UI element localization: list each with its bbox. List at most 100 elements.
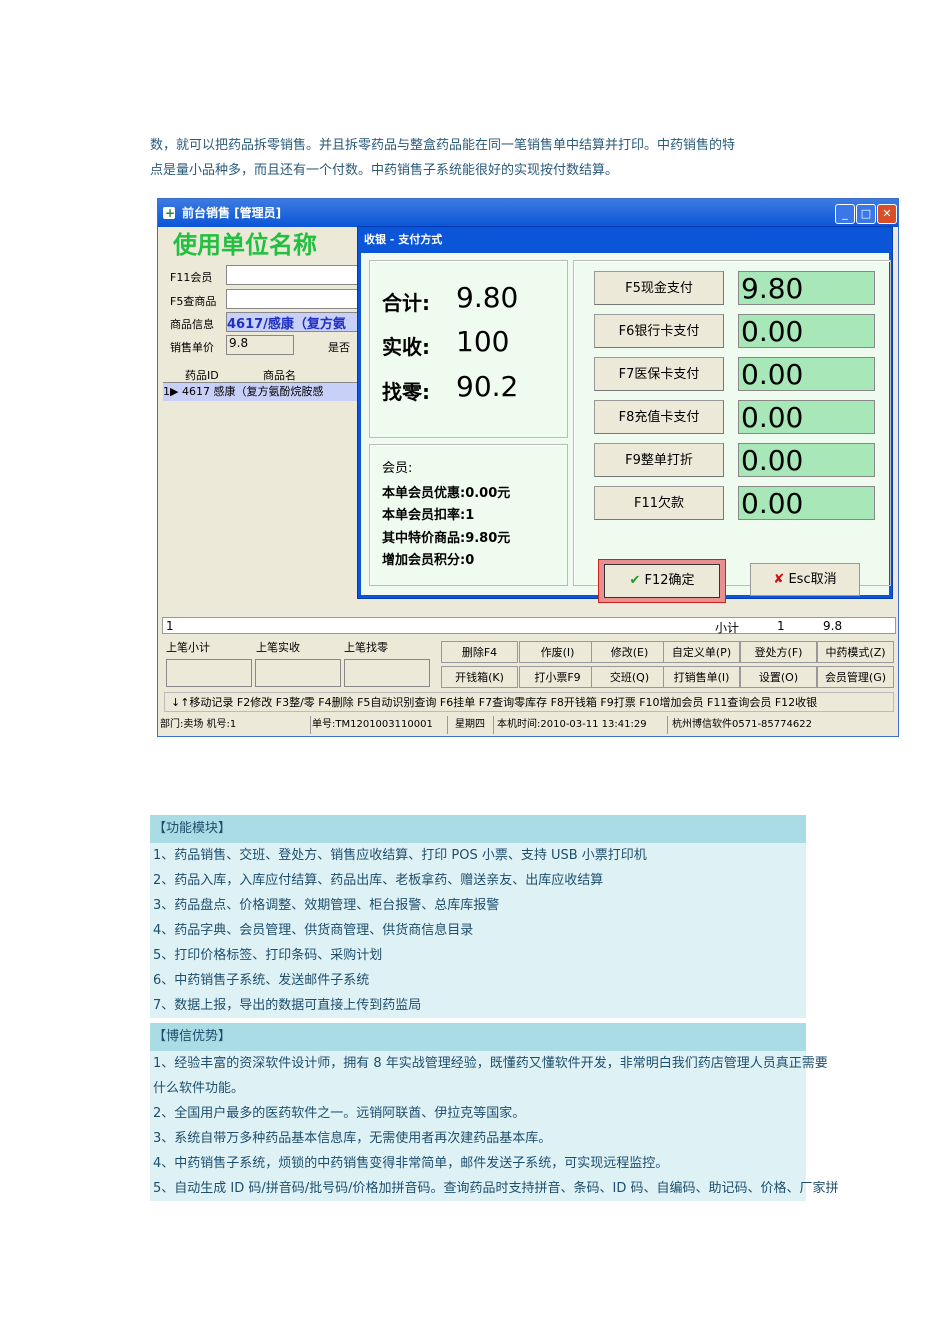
summary-qty: 1 [777, 619, 785, 633]
cancel-button[interactable]: ✘ Esc取消 [750, 563, 860, 596]
info-label: 商品信息 [170, 318, 214, 331]
hotkey-hints: ↓↑移动记录 F2修改 F3整/零 F4删除 F5自动识别查询 F6挂单 F7查… [164, 692, 894, 712]
bank-card-pay-button[interactable]: F6银行卡支付 [594, 314, 724, 348]
special-items: 其中特价商品:9.80元 [382, 531, 511, 546]
last-received-field [255, 659, 341, 687]
row-id: 4617 [181, 385, 210, 398]
status-order: 单号:TM1201003110001 [312, 716, 448, 734]
member-label: F11会员 [170, 271, 213, 284]
table-row[interactable]: 1▶ 4617 感康（复方氨酚烷胺感 [163, 383, 358, 401]
status-bar: 部门:卖场 机号:1 单号:TM1201003110001 星期四 本机时间:2… [160, 716, 896, 734]
x-icon: ✘ [773, 572, 785, 587]
list-item: 5、自动生成 ID 码/拼音码/批号码/价格加拼音码。查询药品时支持拼音、条码、… [153, 1181, 839, 1196]
summary-index: 1 [166, 619, 174, 633]
member-input[interactable] [226, 265, 366, 285]
delete-button[interactable]: 删除F4 [441, 641, 518, 663]
last-subtotal-field [166, 659, 252, 687]
prescription-button[interactable]: 登处方(F) [740, 641, 817, 663]
intro-line: 数，就可以把药品拆零销售。并且拆零药品与整盒药品能在同一笔销售单中结算并打印。中… [150, 138, 736, 153]
bank-card-pay-input[interactable]: 0.00 [738, 314, 875, 348]
cancel-label: Esc取消 [788, 572, 837, 587]
close-icon[interactable]: ✕ [877, 204, 897, 224]
dialog-title: 收银 - 支付方式 [364, 233, 443, 246]
summary-row: 1 小计 1 9.8 [162, 617, 896, 635]
custom-order-button[interactable]: 自定义单(P) [663, 641, 740, 663]
member-management-button[interactable]: 会员管理(G) [817, 666, 894, 688]
features-section: 【功能模块】 1、药品销售、交班、登处方、销售应收结算、打印 POS 小票、支持… [150, 815, 806, 1018]
void-button[interactable]: 作废(I) [519, 641, 596, 663]
summary-label: 小计 [715, 621, 740, 635]
totals-panel: 合计: 9.80 实收: 100 找零: 90.2 [369, 260, 568, 438]
payment-dialog: 收银 - 支付方式 合计: 9.80 实收: 100 找零: 90.2 会员: 本单会… [357, 226, 893, 603]
member-points: 增加会员积分:0 [382, 553, 475, 568]
section-heading: 【功能模块】 [150, 815, 806, 843]
price-field: 9.8 [226, 335, 294, 355]
list-item: 7、数据上报，导出的数据可直接上传到药监局 [153, 998, 422, 1013]
credit-button[interactable]: F11欠款 [594, 486, 724, 520]
shift-handover-button[interactable]: 交班(Q) [591, 666, 668, 688]
column-header: 商品名 [263, 369, 296, 382]
prepaid-card-pay-button[interactable]: F8充值卡支付 [594, 400, 724, 434]
search-label: F5查商品 [170, 295, 217, 308]
maximize-icon[interactable]: □ [856, 204, 876, 224]
summary-amount: 9.8 [823, 619, 843, 633]
list-item: 什么软件功能。 [153, 1081, 245, 1096]
member-panel: 会员: 本单会员优惠:0.00元 本单会员扣率:1 其中特价商品:9.80元 增… [369, 444, 568, 586]
last-change-field [344, 659, 430, 687]
list-item: 1、经验丰富的资深软件设计师，拥有 8 年实战管理经验，既懂药又懂软件开发，非常… [153, 1056, 828, 1071]
list-item: 3、系统自带万多种药品基本信息库，无需使用者再次建药品基本库。 [153, 1131, 552, 1146]
list-item: 5、打印价格标签、打印条码、采购计划 [153, 948, 383, 963]
check-icon: ✔ [629, 573, 641, 588]
settings-button[interactable]: 设置(O) [740, 666, 817, 688]
confirm-button[interactable]: ✔ F12确定 [604, 564, 720, 598]
received-value: 100 [456, 325, 510, 358]
app-icon [163, 199, 175, 227]
section-heading: 【博信优势】 [150, 1023, 806, 1051]
window-titlebar: 前台销售 [管理员] [158, 199, 898, 227]
search-input[interactable] [226, 289, 366, 309]
print-sales-order-button[interactable]: 打销售单(I) [663, 666, 740, 688]
list-item: 3、药品盘点、价格调整、效期管理、柜台报警、总库库报警 [153, 898, 500, 913]
intro-line: 点是量小品种多，而且还有一个付数。中药销售子系统能很好的实现按付数结算。 [150, 163, 619, 178]
price-label: 销售单价 [170, 341, 214, 354]
list-item: 4、药品字典、会员管理、供货商管理、供货商信息目录 [153, 923, 474, 938]
unit-name: 使用单位名称 [173, 231, 317, 259]
special-label: 是否 [328, 341, 350, 354]
cash-pay-button[interactable]: F5现金支付 [594, 271, 724, 305]
last-change-label: 上笔找零 [344, 641, 388, 654]
order-discount-input[interactable]: 0.00 [738, 443, 875, 477]
list-item: 2、药品入库，入库应付结算、药品出库、老板拿药、赠送亲友、出库应收结算 [153, 873, 604, 888]
column-header: 药品ID [185, 369, 219, 382]
status-dept: 部门:卖场 机号:1 [160, 716, 311, 734]
credit-input[interactable]: 0.00 [738, 486, 875, 520]
last-received-label: 上笔实收 [256, 641, 300, 654]
member-discount: 本单会员优惠:0.00元 [382, 486, 511, 501]
intro-paragraph: 数，就可以把药品拆零销售。并且拆零药品与整盒药品能在同一笔销售单中结算并打印。中… [150, 133, 810, 183]
tcm-mode-button[interactable]: 中药模式(Z) [817, 641, 894, 663]
status-time: 本机时间:2010-03-11 13:41:29 [497, 716, 668, 734]
member-rate: 本单会员扣率:1 [382, 508, 475, 523]
list-item: 6、中药销售子系统、发送邮件子系统 [153, 973, 370, 988]
document-page: 数，就可以把药品拆零销售。并且拆零药品与整盒药品能在同一笔销售单中结算并打印。中… [0, 0, 950, 1344]
row-name: 感康（复方氨酚烷胺感 [213, 385, 324, 398]
prepaid-card-pay-input[interactable]: 0.00 [738, 400, 875, 434]
open-drawer-button[interactable]: 开钱箱(K) [441, 666, 518, 688]
pos-screenshot: 前台销售 [管理员] _ □ ✕ 使用单位名称 F11会员 F5查商品 商品信息… [157, 198, 899, 737]
medical-card-pay-button[interactable]: F7医保卡支付 [594, 357, 724, 391]
edit-button[interactable]: 修改(E) [591, 641, 668, 663]
order-discount-button[interactable]: F9整单打折 [594, 443, 724, 477]
minimize-icon[interactable]: _ [835, 204, 855, 224]
change-label: 找零: [382, 380, 430, 404]
confirm-label: F12确定 [644, 573, 695, 588]
cash-pay-input[interactable]: 9.80 [738, 271, 875, 305]
status-weekday: 星期四 [455, 716, 494, 734]
window-title: 前台销售 [管理员] [182, 206, 282, 220]
list-item: 2、全国用户最多的医药软件之一。远销阿联酋、伊拉克等国家。 [153, 1106, 526, 1121]
medical-card-pay-input[interactable]: 0.00 [738, 357, 875, 391]
total-value: 9.80 [456, 281, 519, 314]
list-item: 4、中药销售子系统，烦锁的中药销售变得非常简单，邮件发送子系统，可实现远程监控。 [153, 1156, 669, 1171]
row-index: 1 [163, 385, 170, 398]
received-label: 实收: [382, 335, 430, 359]
print-receipt-button[interactable]: 打小票F9 [519, 666, 596, 688]
list-item: 1、药品销售、交班、登处方、销售应收结算、打印 POS 小票、支持 USB 小票… [153, 848, 647, 863]
